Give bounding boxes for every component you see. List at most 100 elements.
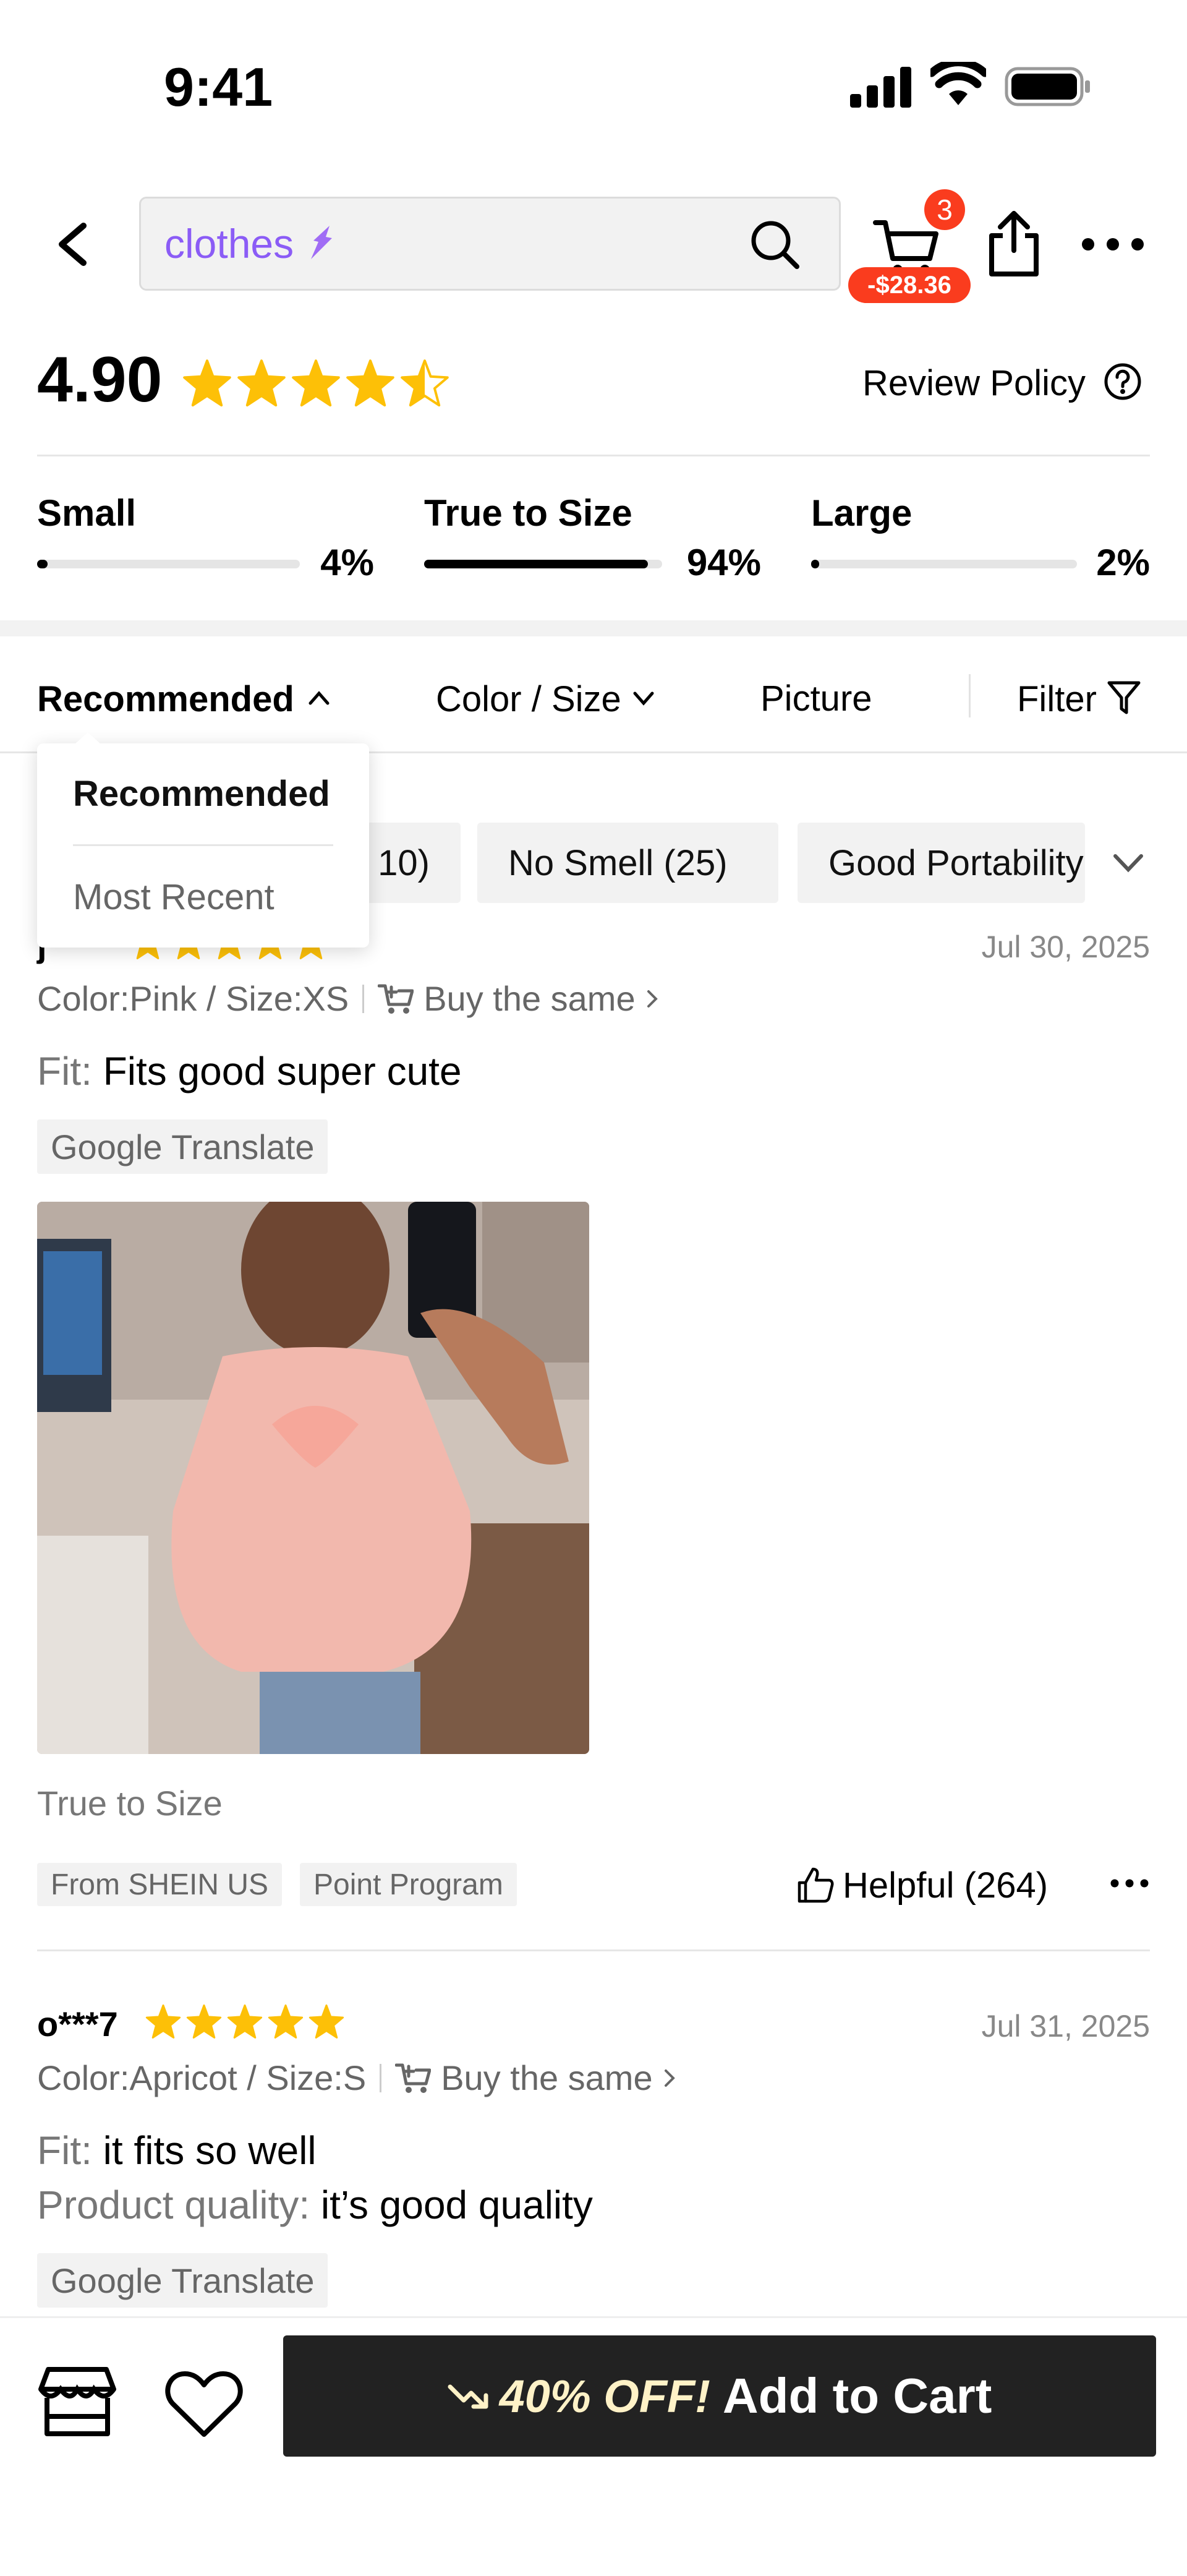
bottom-bar: 40% OFF! Add to Cart — [0, 2316, 1187, 2576]
helpful-label: Helpful (264) — [843, 1865, 1049, 1906]
status-bar: 9:41 — [0, 0, 1187, 161]
fit-small: Small 4% — [37, 492, 374, 584]
chevron-left-icon — [59, 223, 87, 266]
review-line-key: Product quality: — [37, 2183, 310, 2227]
variant-separator — [362, 984, 365, 1013]
help-circle-icon — [1103, 362, 1142, 404]
review-photo-image — [37, 1202, 589, 1754]
signal-icon — [850, 67, 912, 111]
rating-score: 4.90 — [37, 344, 163, 416]
fit-true-label: True to Size — [424, 492, 632, 534]
sort-option-most-recent[interactable]: Most Recent — [73, 876, 274, 918]
fit-large-fill — [811, 560, 819, 568]
sort-divider — [969, 674, 971, 717]
rating-stars — [182, 359, 454, 408]
buy-the-same-link[interactable]: Buy the same — [395, 2058, 678, 2098]
review-photo[interactable] — [37, 1202, 589, 1754]
wifi-icon — [927, 58, 989, 109]
chevron-down-icon — [1113, 854, 1143, 873]
trend-down-icon — [448, 2384, 488, 2409]
section-separator — [0, 620, 1187, 636]
point-program-tag: Point Program — [300, 1863, 517, 1906]
back-button[interactable] — [37, 210, 105, 278]
fit-true-to-size: True to Size 94% — [424, 492, 761, 584]
buy-the-same-label: Buy the same — [441, 2058, 653, 2097]
sort-dropdown: Recommended Most Recent — [37, 732, 369, 948]
store-button[interactable] — [37, 2364, 117, 2442]
heart-icon — [165, 2371, 243, 2437]
thumbs-up-icon — [798, 1867, 834, 1903]
sort-color-size-tab[interactable]: Color / Size — [436, 674, 656, 724]
status-time: 9:41 — [164, 56, 273, 118]
review-variant-row: Color:Apricot / Size:S Buy the same — [37, 2058, 679, 2098]
dropdown-caret — [74, 732, 101, 745]
review-line-value: it’s good quality — [320, 2183, 593, 2227]
star-icon — [183, 359, 231, 407]
search-bar[interactable]: clothes — [139, 197, 841, 291]
review-variant: Color:Apricot / Size:S — [37, 2058, 367, 2097]
fit-true-fill — [424, 560, 648, 568]
search-icon[interactable] — [749, 218, 802, 275]
promo-label: 40% OFF! — [499, 2370, 710, 2422]
divider — [37, 455, 1150, 456]
add-to-cart-button[interactable]: 40% OFF! Add to Cart — [283, 2335, 1156, 2457]
review-policy-label: Review Policy — [862, 363, 1086, 403]
more-button[interactable] — [1079, 226, 1147, 263]
fit-true-bar — [424, 560, 662, 568]
cart-discount-badge: -$28.36 — [848, 267, 971, 303]
fit-true-pct: 94% — [686, 542, 761, 583]
fit-small-pct: 4% — [320, 542, 374, 583]
review-fit-note: True to Size — [37, 1784, 223, 1823]
filter-label: Filter — [1017, 678, 1097, 719]
star-icon — [186, 2004, 222, 2039]
fit-large: Large 2% — [811, 492, 1150, 584]
google-translate-button[interactable]: Google Translate — [37, 1119, 328, 1174]
chevron-right-icon — [647, 990, 658, 1008]
review-variant-row: Color:Pink / Size:XS Buy the same — [37, 978, 662, 1019]
wishlist-button[interactable] — [164, 2368, 244, 2445]
review-text-line: Product quality: it’s good quality — [37, 2182, 593, 2228]
more-horizontal-icon — [1082, 238, 1144, 250]
star-icon — [145, 2004, 181, 2039]
search-query: clothes — [164, 221, 294, 267]
battery-icon — [1005, 67, 1091, 109]
review-policy-link[interactable]: Review Policy — [862, 362, 1142, 404]
google-translate-button[interactable]: Google Translate — [37, 2253, 328, 2308]
review-line-value: Fits good super cute — [103, 1049, 462, 1093]
review-more-button[interactable] — [1110, 1874, 1149, 1896]
fit-large-bar — [811, 560, 1077, 568]
review-stars — [145, 2004, 349, 2040]
sort-recommended-tab[interactable]: Recommended — [37, 674, 331, 724]
chevron-up-icon — [307, 688, 331, 710]
fit-small-label: Small — [37, 492, 137, 534]
store-icon — [38, 2367, 116, 2436]
star-icon — [292, 359, 340, 407]
review-date: Jul 30, 2025 — [981, 930, 1150, 964]
share-icon — [989, 211, 1039, 276]
tag-chip-good-portability[interactable]: Good Portability — [798, 823, 1085, 903]
filter-icon — [1107, 679, 1141, 719]
star-icon — [346, 359, 394, 407]
helpful-button[interactable]: Helpful (264) — [796, 1862, 1048, 1909]
review-date: Jul 31, 2025 — [981, 2009, 1150, 2043]
more-horizontal-icon — [1110, 1879, 1149, 1888]
share-button[interactable] — [983, 207, 1045, 281]
source-tag: From SHEIN US — [37, 1863, 283, 1906]
tag-chip-no-smell[interactable]: No Smell (25) — [477, 823, 778, 903]
review-line-key: Fit: — [37, 2128, 92, 2173]
buy-the-same-link[interactable]: Buy the same — [378, 978, 661, 1019]
star-icon — [308, 2004, 344, 2039]
review-text-line: Fit: it fits so well — [37, 2128, 317, 2173]
buy-the-same-label: Buy the same — [423, 979, 636, 1018]
variant-separator — [380, 2063, 382, 2092]
filter-button[interactable]: Filter — [1017, 674, 1141, 724]
fit-small-bar — [37, 560, 300, 568]
sort-color-size-label: Color / Size — [436, 678, 621, 719]
review-line-key: Fit: — [37, 1049, 92, 1093]
star-icon — [227, 2004, 263, 2039]
chevron-right-icon — [664, 2069, 675, 2087]
sort-picture-tab[interactable]: Picture — [760, 678, 872, 719]
cart-plus-icon — [378, 984, 414, 1014]
chips-expand-button[interactable] — [1107, 841, 1150, 888]
sort-option-recommended[interactable]: Recommended — [73, 773, 330, 815]
